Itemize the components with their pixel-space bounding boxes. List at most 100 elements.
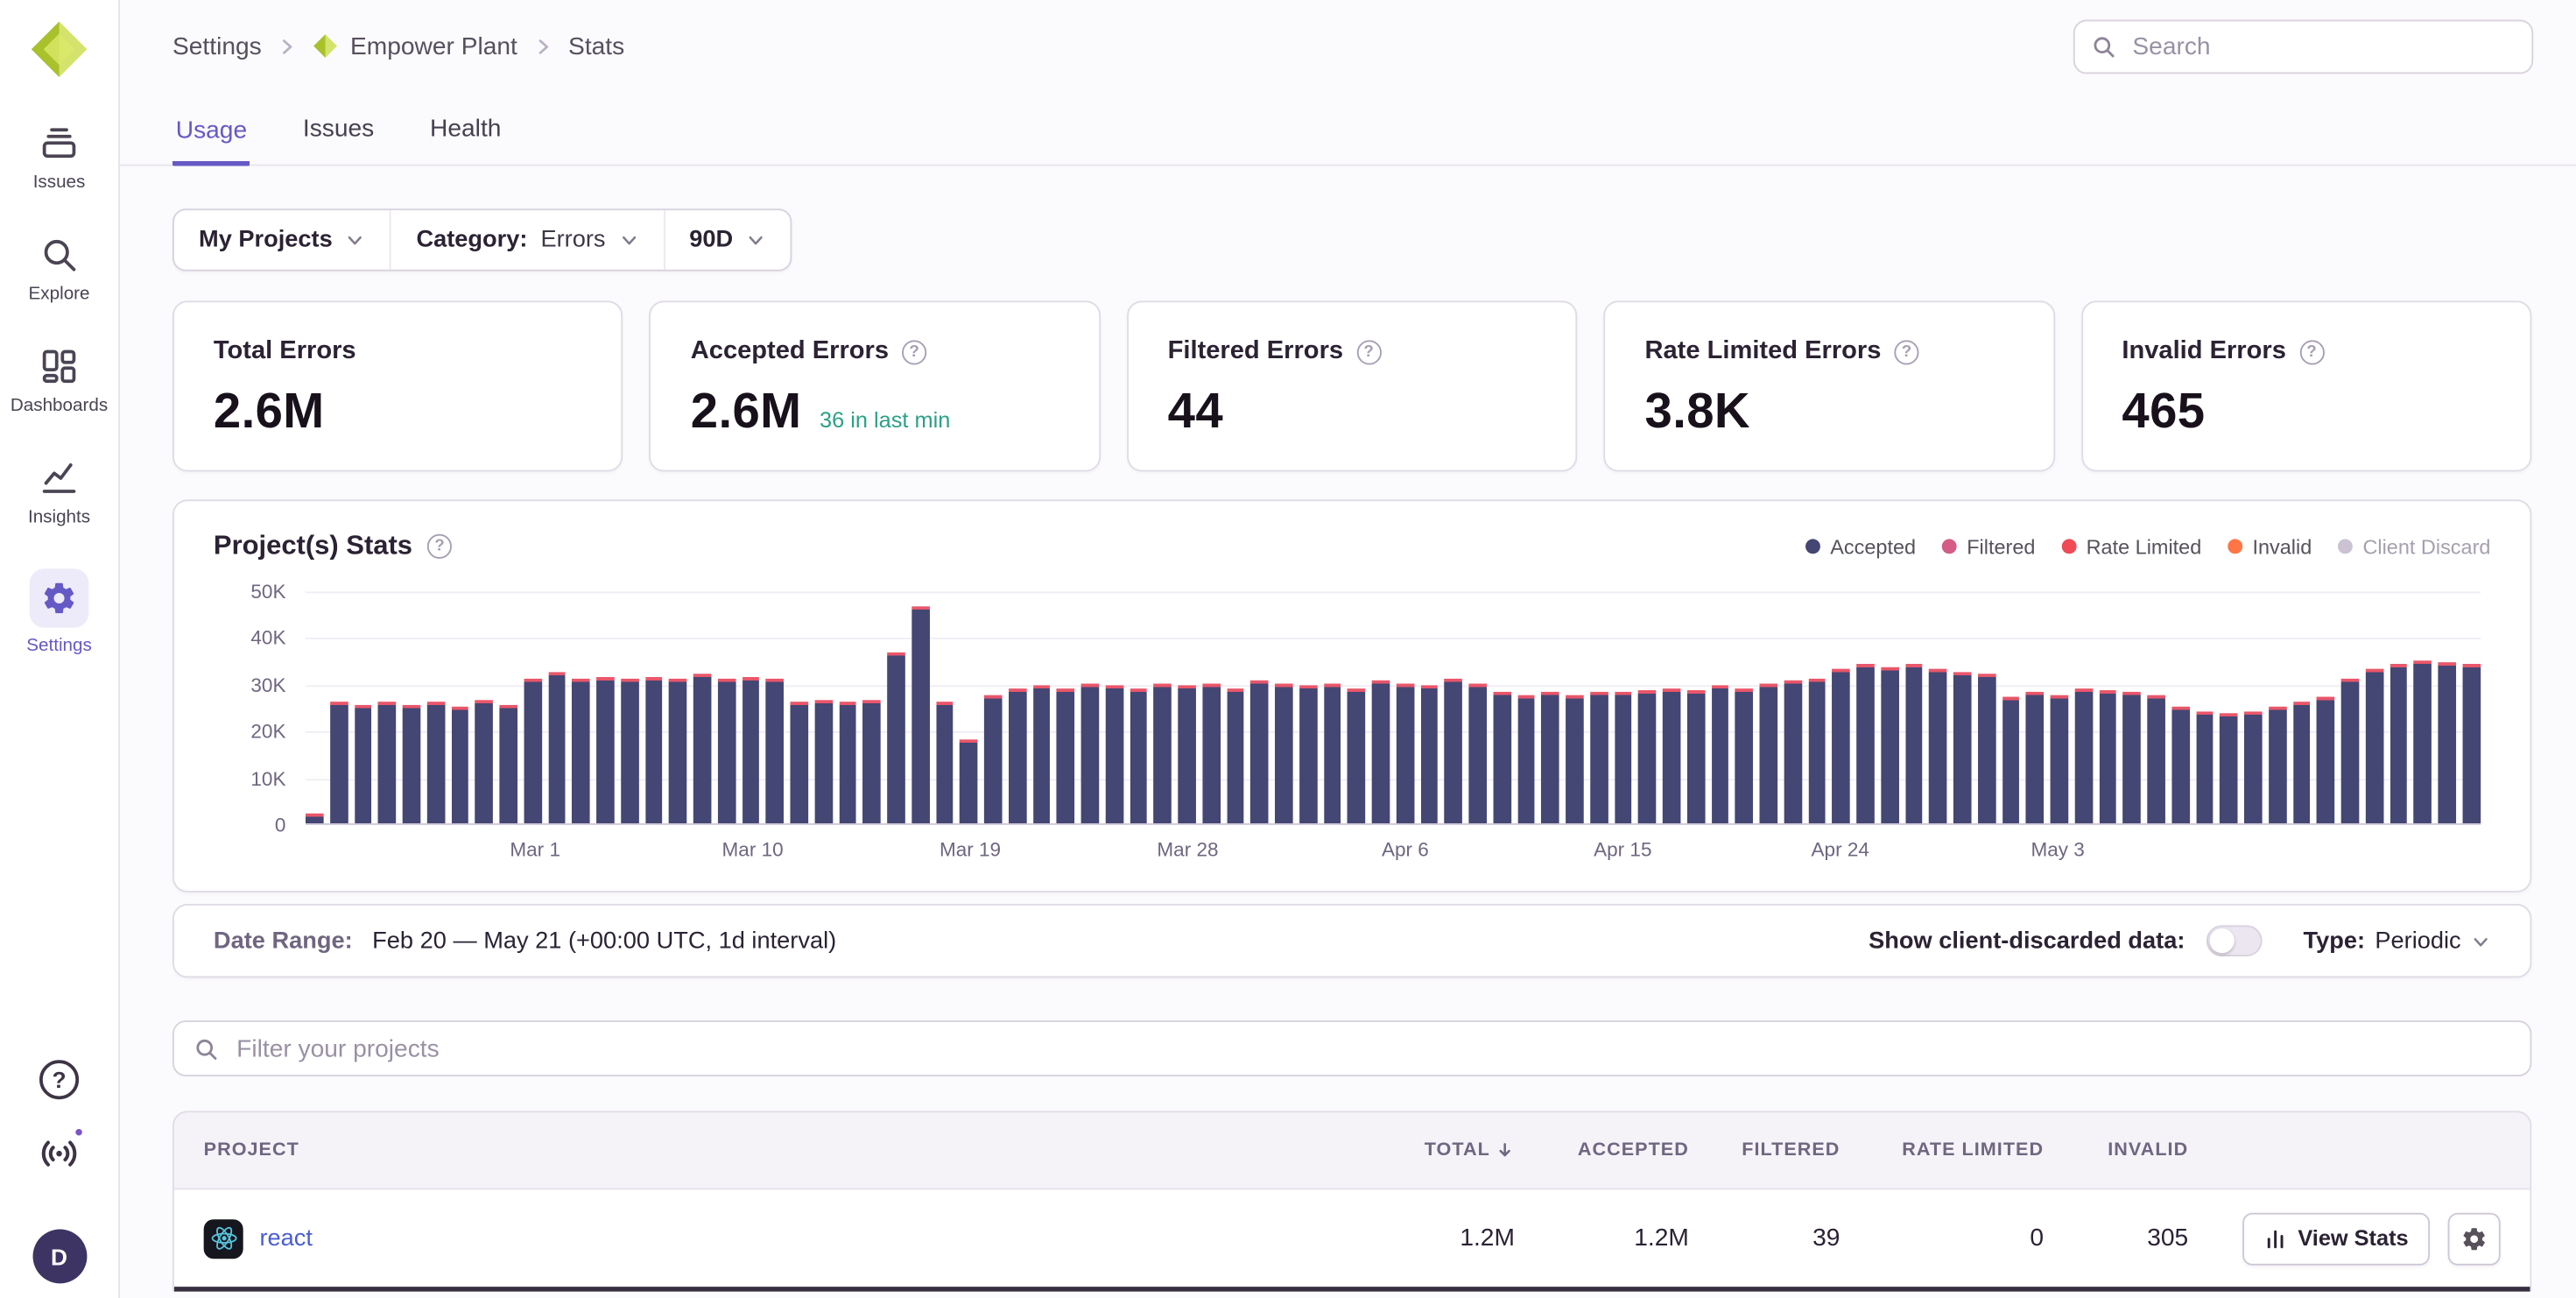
search-input[interactable]	[2129, 31, 2516, 62]
chart-bar	[1784, 681, 1801, 824]
stat-card-value: 2.6M	[691, 384, 802, 441]
cell-invalid: 305	[2044, 1224, 2188, 1252]
sidebar-item-insights[interactable]: Insights	[5, 457, 114, 528]
legend-item[interactable]: Client Discard	[2338, 535, 2490, 558]
chart-bar	[2365, 669, 2382, 823]
sidebar-item-settings[interactable]: Settings	[5, 568, 114, 655]
cell-accepted: 1.2M	[1515, 1224, 1689, 1252]
help-button[interactable]	[34, 1055, 83, 1104]
project-link[interactable]: react	[259, 1225, 313, 1252]
chart-bar	[2026, 693, 2044, 823]
breadcrumb-settings[interactable]: Settings	[172, 32, 262, 60]
column-header-invalid[interactable]: Invalid	[2044, 1140, 2188, 1160]
date-range-label: Date Range:	[214, 928, 353, 954]
y-tick-label: 30K	[250, 674, 285, 696]
org-logo[interactable]	[26, 17, 92, 82]
sidebar-item-issues[interactable]: Issues	[5, 122, 114, 193]
page-content: My Projects Category: Errors 90D Total E…	[120, 166, 2576, 1298]
tab-health[interactable]: Health	[426, 115, 504, 164]
client-discard-toggle[interactable]	[2206, 925, 2263, 956]
x-tick-label: May 3	[2031, 838, 2084, 861]
chart-bars	[306, 591, 2481, 823]
column-header-accepted[interactable]: Accepted	[1515, 1140, 1689, 1160]
view-stats-button[interactable]: View Stats	[2242, 1212, 2430, 1265]
chart-bar	[2196, 711, 2214, 823]
breadcrumb-org[interactable]: Empower Plant	[313, 32, 517, 60]
stat-card-value: 3.8K	[1645, 384, 1750, 441]
info-icon[interactable]	[1894, 339, 1918, 363]
dashboards-icon	[38, 345, 81, 388]
chart-bar	[1833, 669, 1850, 823]
sidebar-nav: Issues Explore Dashboards Insights	[5, 122, 114, 656]
chevron-down-icon	[619, 230, 639, 250]
tab-usage[interactable]: Usage	[172, 116, 250, 166]
legend-item[interactable]: Invalid	[2228, 535, 2312, 558]
y-tick-label: 20K	[250, 720, 285, 743]
explore-icon	[38, 233, 81, 276]
chevron-down-icon	[346, 230, 366, 250]
info-icon[interactable]	[2299, 339, 2324, 363]
sidebar-item-label: Issues	[33, 173, 86, 193]
user-avatar[interactable]: D	[32, 1229, 87, 1283]
type-dropdown[interactable]: Type: Periodic	[2304, 928, 2491, 954]
chart-bar	[1468, 683, 1486, 823]
bar-chart-icon	[2263, 1227, 2286, 1250]
breadcrumb-stats[interactable]: Stats	[568, 32, 624, 60]
sidebar-item-label: Settings	[26, 636, 92, 656]
legend-dot	[2061, 539, 2076, 554]
chart-bar	[475, 700, 493, 823]
chart-bar	[1154, 683, 1172, 823]
chart-bar	[936, 702, 954, 823]
legend-item[interactable]: Filtered	[1942, 535, 2035, 558]
date-range-dropdown[interactable]: 90D	[663, 210, 791, 270]
chart-bar	[1614, 693, 1631, 823]
chart-bar	[1250, 681, 1268, 824]
whats-new-button[interactable]	[34, 1129, 83, 1178]
chart-bar	[911, 606, 929, 823]
chart-bar	[1735, 688, 1753, 823]
chart-bar	[1323, 683, 1341, 823]
sidebar-item-dashboards[interactable]: Dashboards	[5, 345, 114, 416]
category-filter-dropdown[interactable]: Category: Errors	[390, 210, 663, 270]
info-icon[interactable]	[902, 339, 926, 363]
chart-bar	[2220, 714, 2237, 823]
sort-desc-icon	[1495, 1140, 1515, 1160]
chart-bar	[984, 695, 1002, 823]
project-filter-input[interactable]	[233, 1033, 2510, 1064]
chart-bar	[1009, 688, 1026, 823]
project-cell: react	[204, 1218, 1321, 1258]
stat-card-title: Total Errors	[214, 337, 356, 367]
chart-bar	[1057, 688, 1074, 823]
chart-bar	[621, 679, 638, 823]
project-settings-button[interactable]	[2448, 1212, 2501, 1265]
chart-bar	[693, 674, 711, 824]
project-filter[interactable]	[172, 1020, 2531, 1076]
chart-bar	[499, 704, 517, 823]
org-avatar-icon	[313, 33, 339, 60]
sidebar-item-explore[interactable]: Explore	[5, 233, 114, 304]
tab-issues[interactable]: Issues	[299, 115, 377, 164]
column-header-total: Total	[1321, 1140, 1515, 1160]
sidebar-item-label: Explore	[29, 285, 90, 305]
projects-filter-dropdown[interactable]: My Projects	[174, 210, 391, 270]
stat-card-title: Invalid Errors	[2122, 337, 2286, 367]
type-value: Periodic	[2375, 928, 2460, 954]
column-header-rate-limited[interactable]: Rate Limited	[1840, 1140, 2044, 1160]
chart-bar	[2099, 690, 2116, 823]
global-search[interactable]	[2073, 19, 2533, 74]
column-header-filtered[interactable]: Filtered	[1689, 1140, 1841, 1160]
main-area: Settings Empower Plant Stats	[120, 0, 2576, 1298]
legend-item[interactable]: Accepted	[1805, 535, 1916, 558]
info-icon[interactable]	[427, 534, 452, 559]
table-cutoff-row	[174, 1287, 2530, 1292]
chart-bar	[1227, 688, 1244, 823]
cell-filtered: 39	[1689, 1224, 1841, 1252]
insights-icon	[38, 457, 81, 500]
sort-control[interactable]: Total	[1321, 1140, 1515, 1160]
chart-bar	[1638, 690, 1656, 823]
legend-item[interactable]: Rate Limited	[2061, 535, 2201, 558]
chart-bar	[451, 707, 468, 823]
stat-card-rate-limited-errors: Rate Limited Errors 3.8K	[1604, 300, 2055, 471]
info-icon[interactable]	[1356, 339, 1381, 363]
chart-bar	[306, 814, 323, 823]
